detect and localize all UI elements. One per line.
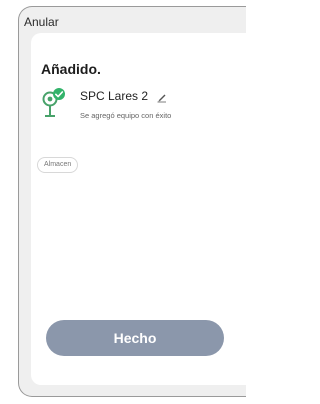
phone-frame: Anular Añadido. SPC Lares 2 Se agregó eq…: [18, 6, 246, 397]
added-device-sheet: Añadido. SPC Lares 2 Se agregó equipo co…: [31, 33, 246, 385]
device-status-text: Se agregó equipo con éxito: [80, 111, 172, 120]
done-button[interactable]: Hecho: [46, 320, 224, 356]
room-chip[interactable]: Almacen: [37, 157, 79, 173]
camera-success-icon: [42, 88, 65, 117]
device-name[interactable]: SPC Lares 2: [80, 89, 148, 103]
edit-pencil-icon[interactable]: [156, 91, 168, 103]
page-title: Añadido.: [41, 61, 101, 77]
cancel-link[interactable]: Anular: [24, 15, 59, 29]
